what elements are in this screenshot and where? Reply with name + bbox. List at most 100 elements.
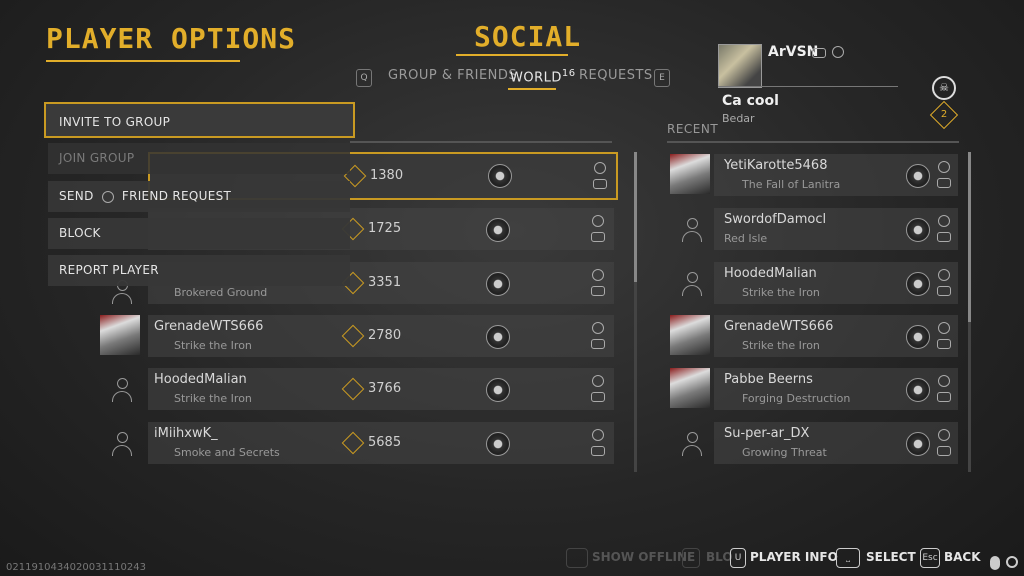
player-location: Growing Threat [742, 446, 827, 459]
report-player-button[interactable]: REPORT PLAYER [48, 255, 350, 286]
select-button[interactable]: SELECT [866, 550, 916, 564]
recent-row[interactable]: HoodedMalian Strike the Iron [714, 262, 958, 304]
self-avatar [718, 44, 762, 88]
skull-emblem-icon [486, 272, 510, 296]
voice-chat-icon [1006, 556, 1018, 568]
recent-row[interactable]: SwordofDamocl Red Isle [714, 208, 958, 250]
tab-world-count: 16 [561, 68, 576, 79]
back-button[interactable]: BACK [944, 550, 981, 564]
controller-icon [591, 339, 605, 349]
tab-next-key[interactable]: E [654, 69, 670, 87]
player-location: Strike the Iron [174, 392, 252, 405]
player-score: 3766 [368, 381, 402, 396]
self-rank: 2 [940, 109, 948, 120]
avatar-placeholder-icon [680, 432, 704, 458]
player-name: GrenadeWTS666 [724, 319, 834, 334]
social-underline [456, 54, 568, 56]
player-location: Smoke and Secrets [174, 446, 280, 459]
ubisoft-icon [594, 162, 606, 174]
player-avatar [670, 368, 710, 408]
controller-icon [937, 232, 951, 242]
avatar-placeholder-icon [110, 432, 134, 458]
controller-icon [591, 392, 605, 402]
world-row[interactable]: GrenadeWTS666 Strike the Iron 2780 [148, 315, 614, 357]
avatar-placeholder-icon [110, 378, 134, 404]
ubisoft-icon [938, 161, 950, 173]
player-score: 2780 [368, 328, 402, 343]
join-group-button[interactable]: JOIN GROUP [48, 143, 350, 174]
title-underline [46, 60, 240, 62]
player-location: Forging Destruction [742, 392, 851, 405]
ubisoft-icon [938, 429, 950, 441]
player-name: HoodedMalian [154, 372, 247, 387]
ubisoft-icon [938, 322, 950, 334]
player-score: 1380 [370, 168, 404, 183]
skull-emblem-icon [906, 325, 930, 349]
player-avatar [100, 315, 140, 355]
controller-icon [937, 339, 951, 349]
player-name: iMiihxwK_ [154, 426, 218, 441]
skull-emblem-icon [906, 432, 930, 456]
world-row[interactable]: HoodedMalian Strike the Iron 3766 [148, 368, 614, 410]
player-score: 1725 [368, 221, 402, 236]
social-title: SOCIAL [474, 20, 582, 53]
player-options-title: PLAYER OPTIONS [46, 22, 297, 55]
recent-row[interactable]: Pabbe Beerns Forging Destruction [714, 368, 958, 410]
player-name: SwordofDamocl [724, 212, 827, 227]
send-label: SEND [59, 189, 94, 203]
player-score: 5685 [368, 435, 402, 450]
recent-scroll-thumb[interactable] [968, 152, 971, 322]
controller-icon [937, 392, 951, 402]
skull-emblem-icon [486, 218, 510, 242]
player-name: Pabbe Beerns [724, 372, 813, 387]
player-name: HoodedMalian [724, 266, 817, 281]
skull-emblem-icon [906, 218, 930, 242]
skull-emblem-icon [906, 272, 930, 296]
skull-emblem-icon [486, 325, 510, 349]
invite-to-group-button[interactable]: INVITE TO GROUP [44, 102, 355, 138]
avatar-placeholder-icon [680, 218, 704, 244]
recent-row[interactable]: GrenadeWTS666 Strike the Iron [714, 315, 958, 357]
self-status: Ca cool [722, 93, 779, 109]
world-row[interactable]: iMiihxwK_ Smoke and Secrets 5685 [148, 422, 614, 464]
ubisoft-icon [592, 215, 604, 227]
controller-icon [593, 179, 607, 189]
player-name: Su-per-ar_DX [724, 426, 810, 441]
tab-requests[interactable]: REQUESTS [579, 68, 653, 83]
send-friend-request-button[interactable]: SEND FRIEND REQUEST [48, 181, 350, 212]
skull-emblem-icon [906, 164, 930, 188]
player-location: Strike the Iron [174, 339, 252, 352]
ubisoft-icon [832, 46, 844, 58]
controller-icon [937, 178, 951, 188]
back-key: Esc [920, 548, 940, 568]
recent-list: YetiKarotte5468 The Fall of Lanitra Swor… [670, 152, 960, 472]
ubisoft-icon [592, 269, 604, 281]
tab-group-friends[interactable]: GROUP & FRIENDS [388, 68, 517, 83]
player-location: Brokered Ground [174, 286, 268, 299]
skull-emblem-icon [486, 432, 510, 456]
tab-prev-key[interactable]: Q [356, 69, 372, 87]
player-info-button[interactable]: PLAYER INFO [750, 550, 838, 564]
skull-emblem-icon [488, 164, 512, 188]
active-tab-indicator [508, 88, 556, 90]
world-scroll-thumb[interactable] [634, 152, 637, 282]
self-name: ArVSN [768, 44, 819, 60]
player-location: The Fall of Lanitra [742, 178, 841, 191]
player-name: YetiKarotte5468 [724, 158, 828, 173]
block-list-button[interactable]: BLO [706, 550, 733, 564]
tab-world[interactable]: WORLD16 [510, 68, 576, 85]
self-divider [718, 86, 898, 87]
ubisoft-icon [592, 429, 604, 441]
controller-icon [591, 232, 605, 242]
world-list-header-line [350, 141, 612, 143]
player-location: Strike the Iron [742, 286, 820, 299]
controller-icon [812, 48, 826, 58]
recent-row[interactable]: YetiKarotte5468 The Fall of Lanitra [714, 154, 958, 196]
player-avatar [670, 315, 710, 355]
block-button[interactable]: BLOCK [48, 218, 350, 249]
recent-row[interactable]: Su-per-ar_DX Growing Threat [714, 422, 958, 464]
player-location: Red Isle [724, 232, 768, 245]
self-location: Bedar [722, 112, 755, 125]
show-offline-button[interactable]: SHOW OFFLINE [592, 550, 695, 564]
player-location: Strike the Iron [742, 339, 820, 352]
